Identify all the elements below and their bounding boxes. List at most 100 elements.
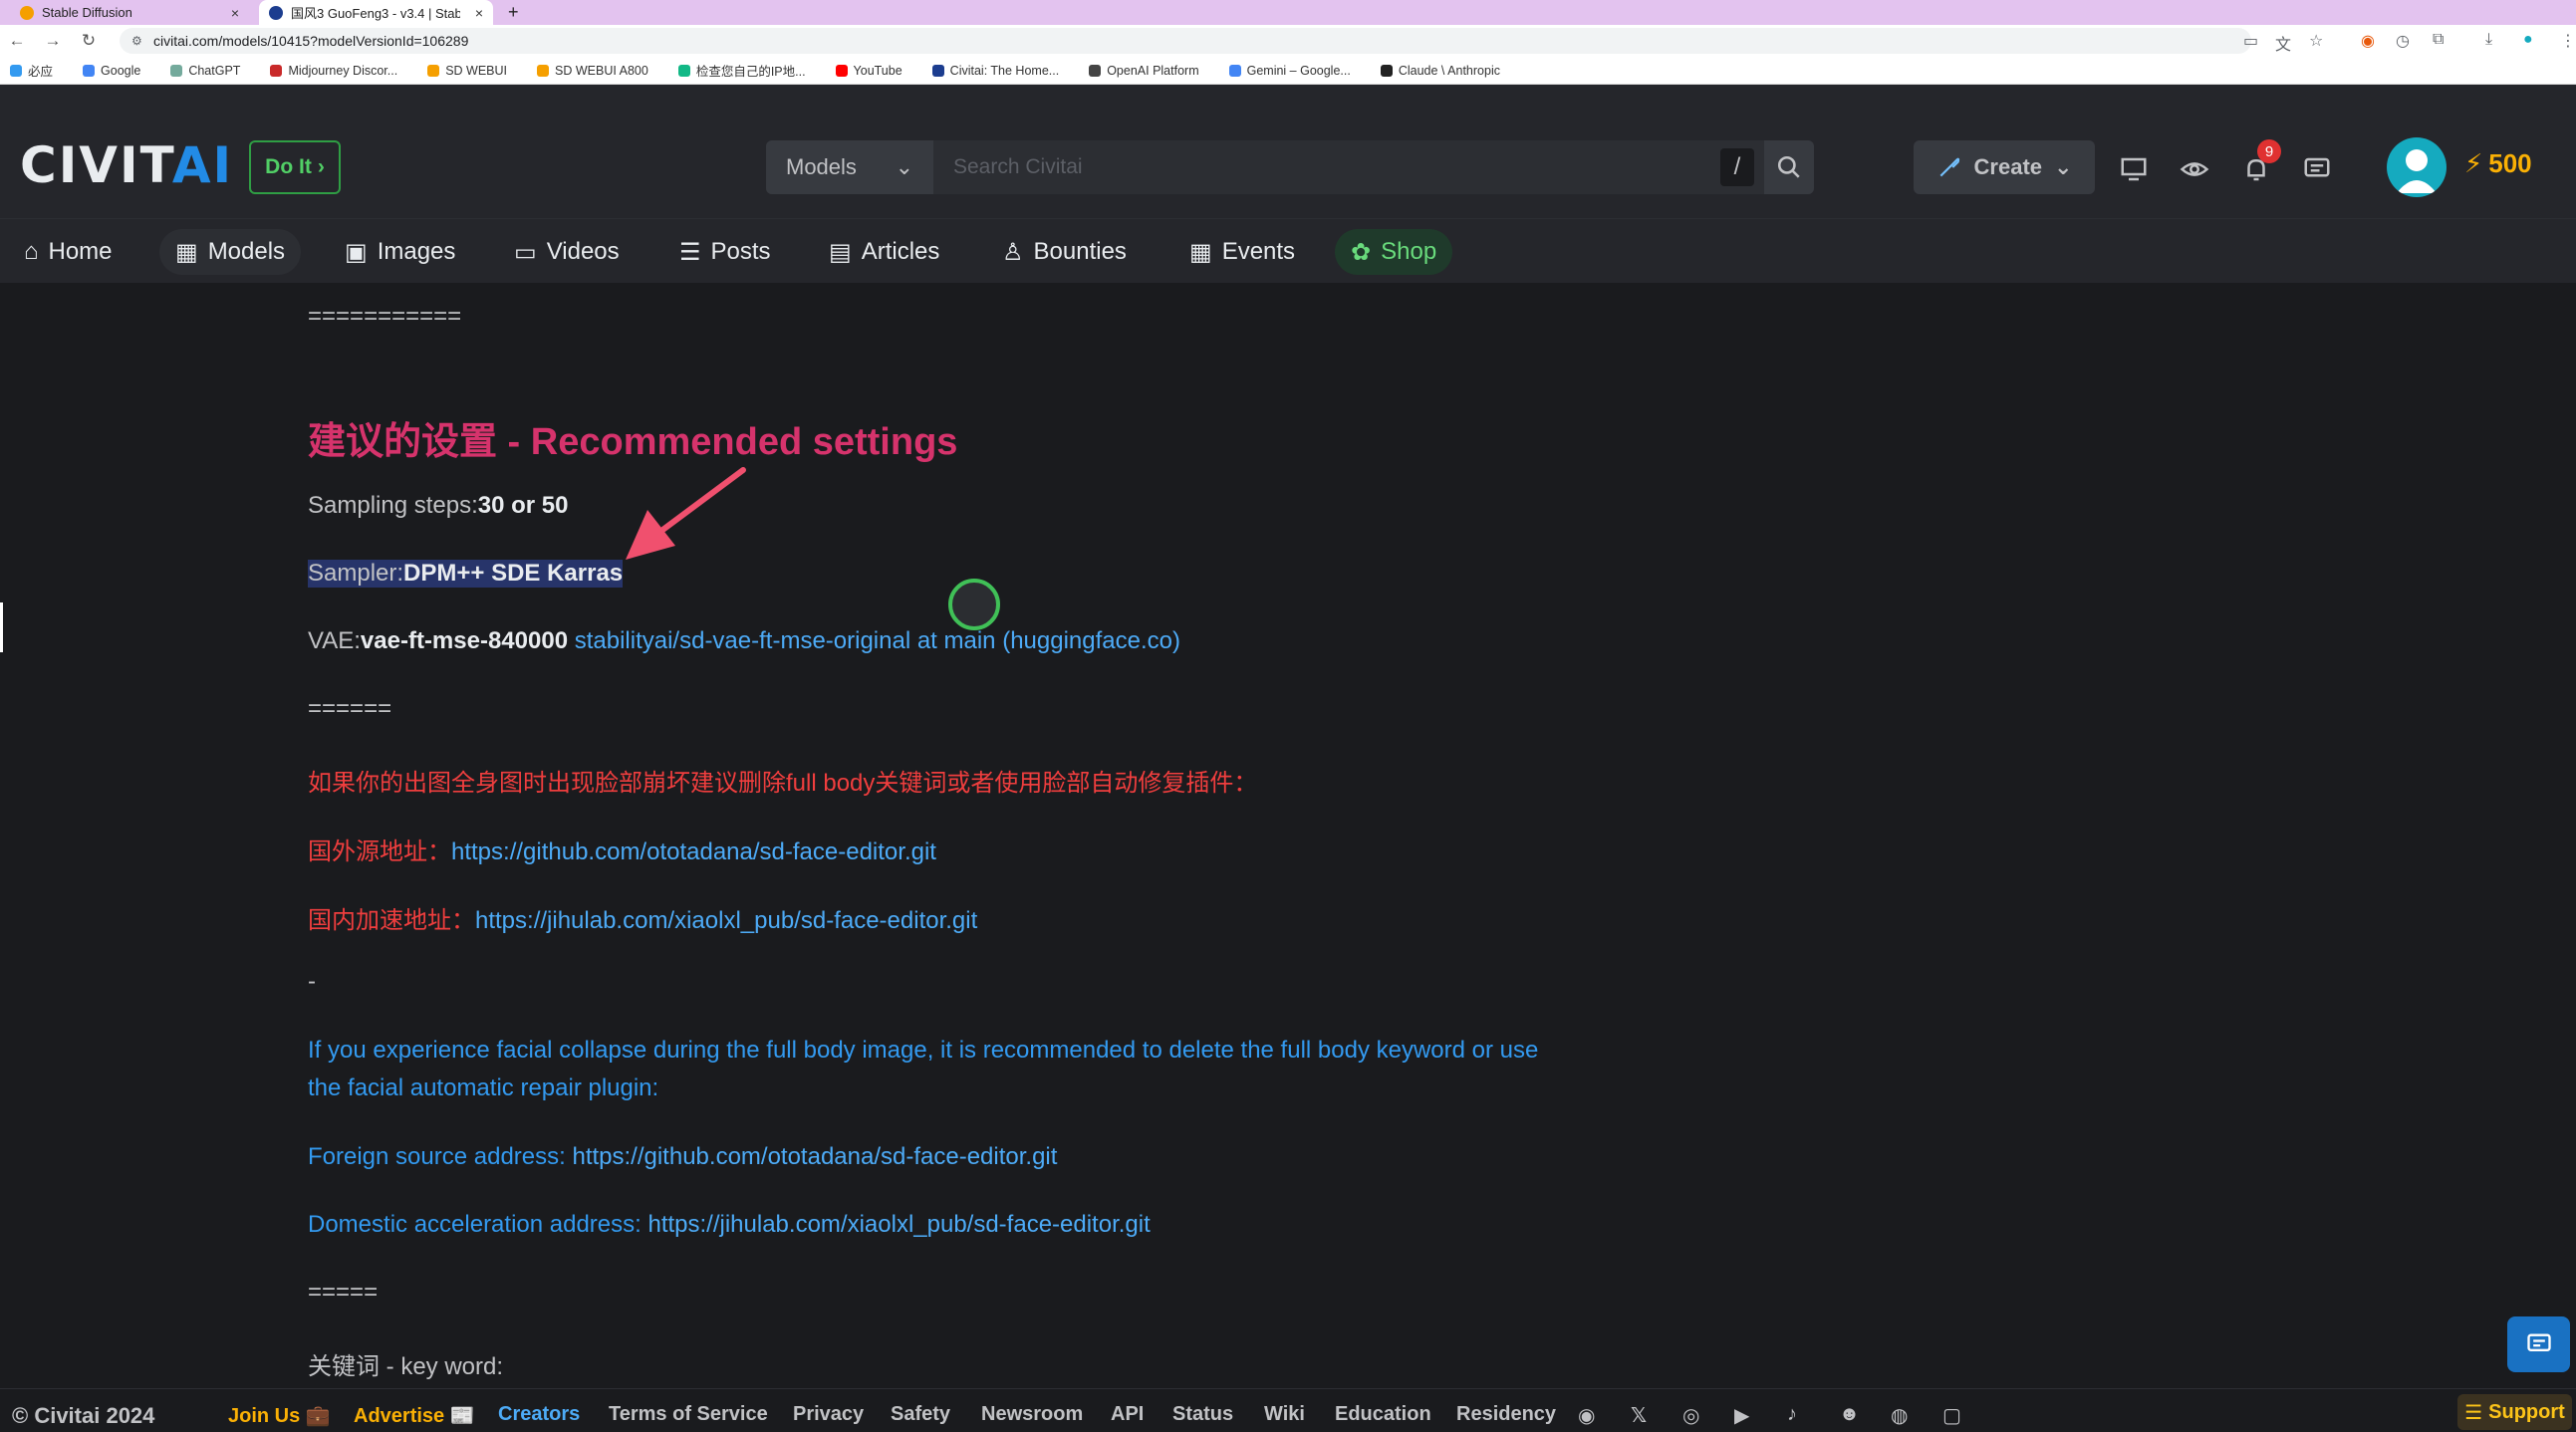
bookmark-label: Google	[101, 63, 141, 78]
forward-icon[interactable]: →	[38, 31, 68, 51]
google-icon	[83, 64, 96, 77]
close-tab-icon[interactable]: ×	[231, 5, 239, 21]
footer-link-education[interactable]: Education	[1335, 1403, 1431, 1426]
ip-icon	[677, 64, 690, 77]
browser-menu-icon[interactable]: ⋮	[2560, 31, 2576, 51]
search-button[interactable]	[1764, 140, 1814, 194]
nav-bounties[interactable]: ♙ Bounties	[986, 229, 1143, 275]
search-scope-select[interactable]: Models ⌄	[766, 140, 933, 194]
footer-link-advertise[interactable]: Advertise 📰	[354, 1403, 475, 1428]
google-icon	[1228, 64, 1241, 77]
nav-shop[interactable]: ✿ Shop	[1335, 229, 1453, 275]
bookmark-sd-webui[interactable]: SD WEBUI	[427, 64, 507, 78]
vae-link[interactable]: stabilityai/sd-vae-ft-mse-original at ma…	[575, 627, 1180, 654]
search-scope-value: Models	[786, 154, 857, 179]
browser-tab-guofeng[interactable]: 国风3 GuoFeng3 - v3.4 | Stab ×	[259, 0, 493, 25]
footer-link-status[interactable]: Status	[1172, 1403, 1233, 1426]
nav-label: Videos	[546, 238, 620, 265]
en-warning-line2: the facial automatic repair plugin:	[308, 1074, 659, 1101]
profile-icon[interactable]: ●	[2523, 31, 2533, 49]
site-info-icon[interactable]: ⚙	[131, 34, 142, 48]
bookmark-midjourney[interactable]: Midjourney Discor...	[270, 64, 397, 78]
do-it-button[interactable]: Do It ›	[249, 140, 341, 194]
twitch-icon[interactable]: ▢	[1942, 1403, 1961, 1428]
eye-icon[interactable]	[2180, 154, 2209, 184]
url-field[interactable]: ⚙ civitai.com/models/10415?modelVersionI…	[120, 28, 2251, 54]
en-foreign-link[interactable]: https://github.com/ototadana/sd-face-edi…	[572, 1143, 1057, 1170]
browser-tab-stable-diffusion[interactable]: Stable Diffusion ×	[10, 0, 249, 25]
extension-record-icon[interactable]: ◉	[2361, 31, 2375, 51]
bookmark-youtube[interactable]: YouTube	[835, 64, 902, 78]
tiktok-icon[interactable]: ♪	[1787, 1403, 1797, 1426]
separator: =====	[308, 1279, 379, 1306]
civitai-logo[interactable]: CIVITAI	[20, 136, 233, 194]
avatar[interactable]	[2387, 137, 2447, 197]
extensions-puzzle-icon[interactable]: ⧉	[2433, 31, 2444, 49]
footer-link-privacy[interactable]: Privacy	[793, 1403, 864, 1426]
bookmark-sd-webui-a800[interactable]: SD WEBUI A800	[537, 64, 648, 78]
youtube-icon[interactable]: ▶	[1734, 1403, 1749, 1428]
bookmark-openai[interactable]: OpenAI Platform	[1089, 64, 1199, 78]
support-button[interactable]: ☰ Support	[2457, 1394, 2572, 1430]
vae-label: VAE:	[308, 627, 361, 654]
cast-icon[interactable]: ▭	[2243, 31, 2258, 51]
bookmark-label: SD WEBUI	[445, 63, 508, 78]
footer-link-creators[interactable]: Creators	[498, 1403, 580, 1426]
separator: ===========	[308, 303, 462, 330]
chat-bubble-icon	[2526, 1333, 2551, 1351]
monitor-icon[interactable]	[2119, 154, 2149, 184]
bookmark-civitai[interactable]: Civitai: The Home...	[931, 64, 1059, 78]
nav-models[interactable]: ▦ Models	[159, 229, 302, 275]
cn-foreign-link[interactable]: https://github.com/ototadana/sd-face-edi…	[451, 838, 936, 865]
section-heading: 建议的设置 - Recommended settings	[308, 421, 958, 463]
feedback-chat-button[interactable]	[2507, 1316, 2570, 1372]
bookmark-bing[interactable]: 必应	[10, 61, 53, 80]
bookmark-star-icon[interactable]: ☆	[2309, 31, 2323, 51]
footer-link-api[interactable]: API	[1111, 1403, 1144, 1426]
cn-domestic-link[interactable]: https://jihulab.com/xiaolxl_pub/sd-face-…	[475, 907, 977, 934]
github-icon[interactable]: ◍	[1891, 1403, 1908, 1428]
buzz-balance[interactable]: ⚡ 500	[2464, 148, 2532, 179]
chat-icon[interactable]	[2302, 154, 2332, 184]
cn-domestic-line: 国内加速地址：https://jihulab.com/xiaolxl_pub/s…	[308, 900, 977, 935]
bookmark-chatgpt[interactable]: ChatGPT	[170, 64, 240, 78]
bookmark-gemini[interactable]: Gemini – Google...	[1228, 64, 1351, 78]
search-input[interactable]: Search Civitai	[933, 155, 1720, 179]
translate-icon[interactable]: 文	[2275, 31, 2291, 55]
civitai-icon	[931, 64, 944, 77]
bookmark-google[interactable]: Google	[83, 64, 140, 78]
logo-text: CIVIT	[20, 136, 172, 194]
nav-label: Shop	[1381, 238, 1437, 265]
site-header: CIVITAI Do It › Models ⌄ Search Civitai / …	[0, 85, 2576, 219]
nav-label: Bounties	[1033, 238, 1127, 265]
footer-link-newsroom[interactable]: Newsroom	[981, 1403, 1083, 1426]
nav-posts[interactable]: ☰ Posts	[663, 229, 787, 275]
footer-link-residency[interactable]: Residency	[1456, 1403, 1556, 1426]
nav-images[interactable]: ▣ Images	[329, 229, 471, 275]
nav-videos[interactable]: ▭ Videos	[498, 229, 636, 275]
nav-articles[interactable]: ▤ Articles	[813, 229, 955, 275]
browser-tab-bar: Stable Diffusion × 国风3 GuoFeng3 - v3.4 |…	[0, 0, 2576, 25]
bookmark-ip-check[interactable]: 检查您自己的IP地...	[677, 61, 806, 80]
x-twitter-icon[interactable]: 𝕏	[1631, 1403, 1647, 1428]
en-foreign-line: Foreign source address: https://github.c…	[308, 1143, 1057, 1171]
footer-link-terms[interactable]: Terms of Service	[609, 1403, 768, 1426]
reload-icon[interactable]: ↻	[74, 31, 104, 51]
reddit-icon[interactable]: ☻	[1839, 1403, 1860, 1426]
close-tab-icon[interactable]: ×	[475, 5, 483, 21]
chevron-down-icon: ⌄	[2054, 154, 2073, 179]
download-icon[interactable]: ⤓	[2485, 31, 2492, 49]
nav-home[interactable]: ⌂ Home	[8, 229, 129, 275]
new-tab-button[interactable]: +	[498, 0, 529, 25]
instagram-icon[interactable]: ◎	[1682, 1403, 1699, 1428]
bookmark-claude[interactable]: Claude \ Anthropic	[1380, 64, 1500, 78]
nav-events[interactable]: ▦ Events	[1173, 229, 1311, 275]
en-domestic-link[interactable]: https://jihulab.com/xiaolxl_pub/sd-face-…	[647, 1211, 1150, 1238]
footer-link-safety[interactable]: Safety	[891, 1403, 950, 1426]
back-icon[interactable]: ←	[2, 31, 32, 51]
footer-link-join-us[interactable]: Join Us 💼	[228, 1403, 331, 1428]
footer-link-wiki[interactable]: Wiki	[1264, 1403, 1305, 1426]
extension-clock-icon[interactable]: ◷	[2396, 31, 2410, 51]
create-button[interactable]: Create ⌄	[1914, 140, 2095, 194]
discord-icon[interactable]: ◉	[1578, 1403, 1595, 1428]
